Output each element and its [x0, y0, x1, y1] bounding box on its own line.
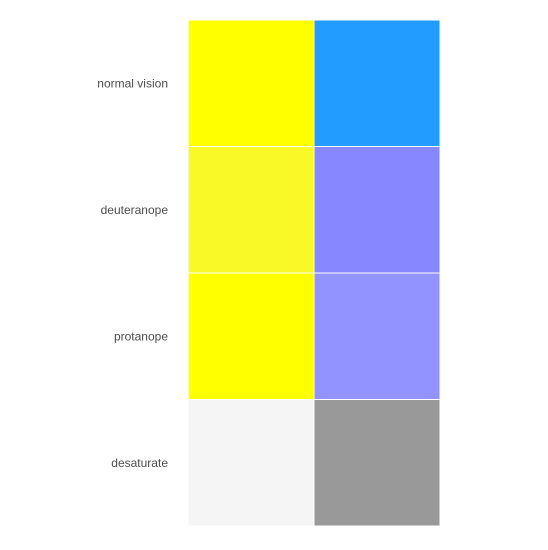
- row-label-deuteranope: deuteranope: [101, 203, 169, 217]
- swatch-protanope-col-2: [313, 272, 441, 400]
- swatch-deuteranope-col-2: [313, 146, 441, 274]
- swatch-desaturate-col-2: [313, 399, 441, 527]
- swatch-normal-vision-col-2: [313, 19, 441, 147]
- swatch-desaturate-col-1: [187, 399, 315, 527]
- row-labels: normal vision deuteranope protanope desatur…: [97, 76, 168, 470]
- swatch-cells: [187, 19, 441, 527]
- swatch-deuteranope-col-1: [187, 146, 315, 274]
- swatch-normal-vision-col-1: [187, 19, 315, 147]
- row-label-protanope: protanope: [114, 329, 168, 343]
- color-swatch-grid: normal vision deuteranope protanope desatur…: [97, 19, 441, 527]
- row-label-desaturate: desaturate: [111, 456, 168, 470]
- row-label-normal-vision: normal vision: [97, 76, 168, 90]
- swatch-protanope-col-1: [187, 272, 315, 400]
